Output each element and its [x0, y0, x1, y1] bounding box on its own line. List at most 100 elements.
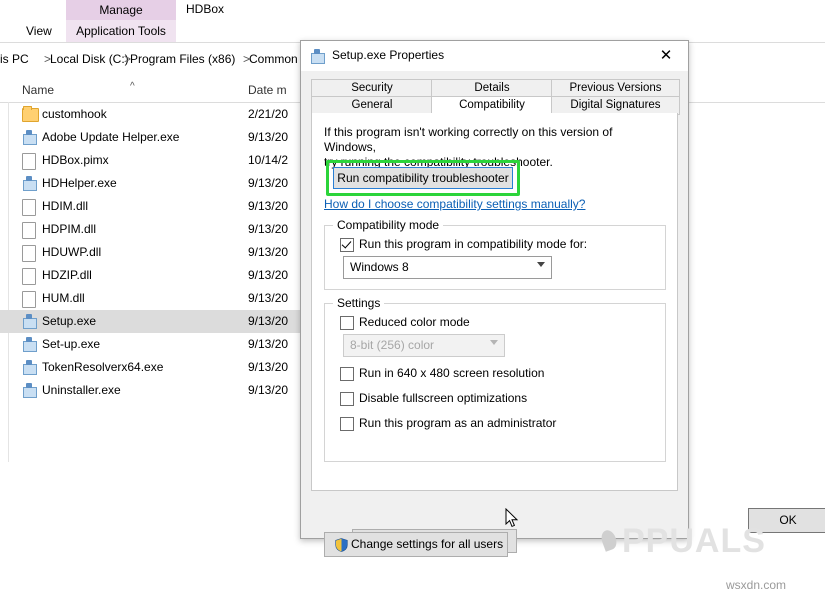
- file-date-modified: 9/13/20: [248, 176, 289, 190]
- file-name: HDUWP.dll: [42, 245, 102, 259]
- checkbox-icon[interactable]: [340, 238, 354, 252]
- file-date-modified: 9/13/20: [248, 245, 289, 259]
- file-name: TokenResolverx64.exe: [42, 360, 164, 374]
- file-row[interactable]: customhook 2/21/20: [0, 103, 320, 126]
- compatibility-mode-group: Compatibility mode Run this program in c…: [324, 218, 666, 290]
- tab-manage[interactable]: Manage: [66, 0, 176, 20]
- settings-legend: Settings: [333, 296, 385, 310]
- file-date-modified: 9/13/20: [248, 268, 289, 282]
- app-icon: [22, 360, 37, 375]
- file-name: HDIM.dll: [42, 199, 89, 213]
- breadcrumb-local-disk[interactable]: Local Disk (C:): [50, 52, 129, 66]
- app-icon: [22, 176, 37, 191]
- doc-icon: [22, 245, 36, 262]
- dialog-title: Setup.exe Properties: [332, 48, 445, 62]
- tab-view[interactable]: View: [26, 24, 52, 38]
- troubleshooter-highlight-box: Run compatibility troubleshooter: [326, 160, 520, 196]
- app-icon: [22, 314, 37, 329]
- doc-icon: [22, 153, 36, 170]
- file-name: Adobe Update Helper.exe: [42, 130, 180, 144]
- file-name: HDBox.pimx: [42, 153, 109, 167]
- doc-icon: [22, 222, 36, 239]
- file-name: Setup.exe: [42, 314, 97, 328]
- run-compatibility-troubleshooter-button[interactable]: Run compatibility troubleshooter: [333, 167, 513, 189]
- file-date-modified: 2/21/20: [248, 107, 289, 121]
- file-date-modified: 9/13/20: [248, 199, 289, 213]
- reduced-color-mode-label: Reduced color mode: [359, 315, 470, 329]
- color-depth-value: 8-bit (256) color: [350, 338, 435, 352]
- column-header-name[interactable]: Name: [22, 83, 54, 97]
- file-list: customhook 2/21/20 Adobe Update Helper.exe…: [0, 103, 320, 402]
- file-row[interactable]: HDZIP.dll 9/13/20: [0, 264, 320, 287]
- file-row[interactable]: HDPIM.dll 9/13/20: [0, 218, 320, 241]
- file-name: Uninstaller.exe: [42, 383, 121, 397]
- checkbox-icon[interactable]: [340, 392, 354, 406]
- sort-ascending-icon: ^: [130, 81, 135, 92]
- file-row[interactable]: HDIM.dll 9/13/20: [0, 195, 320, 218]
- breadcrumb-this-pc[interactable]: is PC: [0, 52, 29, 66]
- dialog-tab-strip: Security Details Previous Versions Gener…: [311, 79, 680, 115]
- compatibility-help-link[interactable]: How do I choose compatibility settings m…: [324, 197, 585, 211]
- checkbox-icon[interactable]: [340, 316, 354, 330]
- tab-hdbox[interactable]: HDBox: [186, 2, 224, 16]
- doc-icon: [22, 268, 36, 285]
- file-date-modified: 9/13/20: [248, 314, 289, 328]
- compatibility-tab-panel: If this program isn't working correctly …: [311, 113, 678, 557]
- disable-fullscreen-optimizations-label: Disable fullscreen optimizations: [359, 391, 528, 405]
- ribbon-tab-strip: Manage Application Tools HDBox View: [0, 0, 825, 43]
- color-depth-select[interactable]: 8-bit (256) color: [343, 334, 505, 357]
- file-name: HDPIM.dll: [42, 222, 97, 236]
- compatibility-os-select[interactable]: Windows 8: [343, 256, 552, 279]
- file-name: customhook: [42, 107, 107, 121]
- file-row[interactable]: Setup.exe 9/13/20: [0, 310, 320, 333]
- app-icon: [22, 383, 37, 398]
- file-date-modified: 9/13/20: [248, 222, 289, 236]
- file-date-modified: 9/13/20: [248, 337, 289, 351]
- compatibility-os-value: Windows 8: [350, 260, 409, 274]
- intro-line-1: If this program isn't working correctly …: [324, 125, 613, 154]
- compatibility-mode-legend: Compatibility mode: [333, 218, 444, 232]
- shield-icon: [335, 537, 348, 552]
- run-in-compatibility-mode-label: Run this program in compatibility mode f…: [359, 237, 588, 251]
- settings-group: Settings Reduced color mode 8-bit (256) …: [324, 296, 666, 553]
- dialog-title-bar[interactable]: Setup.exe Properties ✕: [301, 41, 688, 71]
- file-date-modified: 9/13/20: [248, 291, 289, 305]
- checkbox-icon[interactable]: [340, 367, 354, 381]
- file-row[interactable]: HDBox.pimx 10/14/2: [0, 149, 320, 172]
- file-row[interactable]: HUM.dll 9/13/20: [0, 287, 320, 310]
- appuals-watermark: PPUALS: [596, 522, 766, 561]
- doc-icon: [22, 199, 36, 216]
- file-name: Set-up.exe: [42, 337, 101, 351]
- file-row[interactable]: HDUWP.dll 9/13/20: [0, 241, 320, 264]
- file-row[interactable]: TokenResolverx64.exe 9/13/20: [0, 356, 320, 379]
- checkbox-icon[interactable]: [340, 417, 354, 431]
- breadcrumb-program-files[interactable]: Program Files (x86): [130, 52, 235, 66]
- chevron-down-icon: [537, 262, 545, 267]
- watermark-brand: PPUALS: [622, 522, 766, 560]
- file-row[interactable]: Uninstaller.exe 9/13/20: [0, 379, 320, 402]
- chevron-down-icon: [490, 340, 498, 345]
- change-settings-for-all-users-label: Change settings for all users: [351, 537, 504, 551]
- mouse-cursor: [505, 507, 519, 528]
- site-watermark: wsxdn.com: [726, 578, 787, 592]
- app-icon: [22, 337, 37, 352]
- setup-exe-properties-dialog: Setup.exe Properties ✕ Security Details …: [300, 40, 825, 557]
- file-name: HDHelper.exe: [42, 176, 117, 190]
- doc-icon: [22, 291, 36, 308]
- file-date-modified: 10/14/2: [248, 153, 289, 167]
- application-icon: [310, 49, 325, 64]
- file-date-modified: 9/13/20: [248, 383, 289, 397]
- file-row[interactable]: HDHelper.exe 9/13/20: [0, 172, 320, 195]
- leaf-icon: [599, 528, 619, 552]
- breadcrumb-common[interactable]: Common: [249, 52, 298, 66]
- column-header-date-modified[interactable]: Date m: [248, 83, 287, 97]
- file-row[interactable]: Set-up.exe 9/13/20: [0, 333, 320, 356]
- run-as-administrator-label: Run this program as an administrator: [359, 416, 557, 430]
- file-name: HUM.dll: [42, 291, 85, 305]
- tab-application-tools[interactable]: Application Tools: [66, 20, 176, 43]
- file-name: HDZIP.dll: [42, 268, 92, 282]
- file-date-modified: 9/13/20: [248, 130, 289, 144]
- close-icon[interactable]: ✕: [644, 41, 688, 71]
- change-settings-for-all-users-button[interactable]: Change settings for all users: [324, 532, 508, 557]
- file-row[interactable]: Adobe Update Helper.exe 9/13/20: [0, 126, 320, 149]
